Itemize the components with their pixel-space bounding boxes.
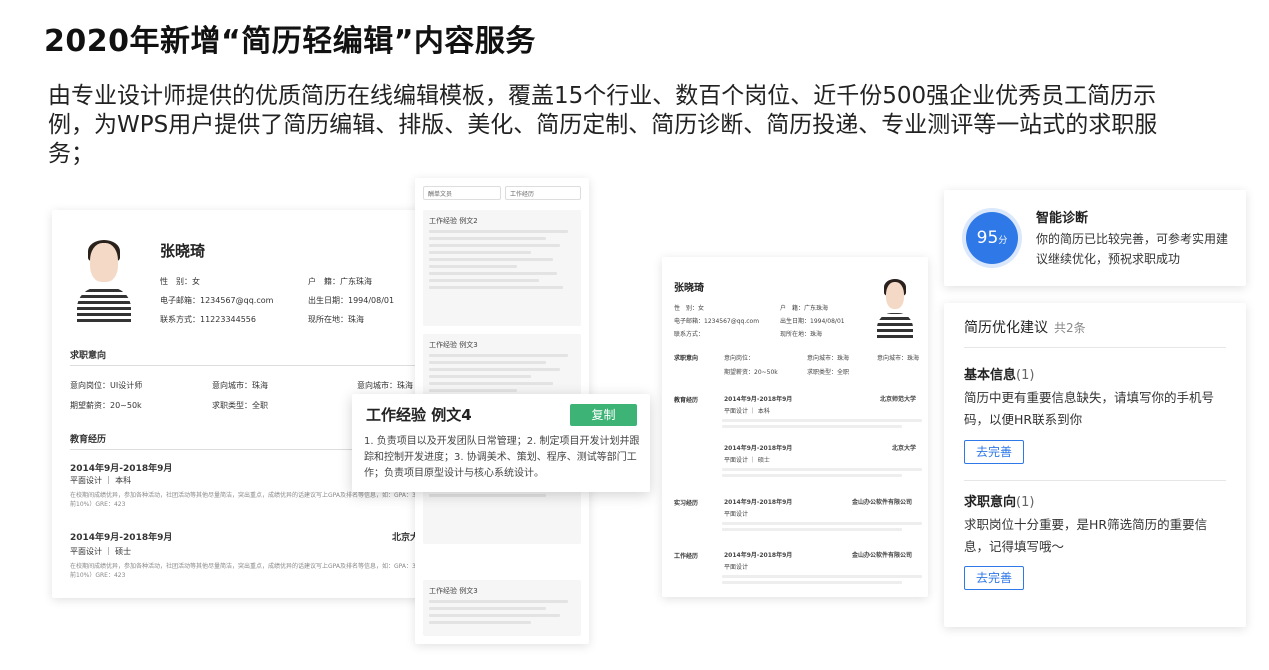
- edu-period: 2014年9月-2018年9月: [70, 464, 173, 474]
- phone-info: 联系方式：: [674, 331, 705, 338]
- intent-city-2: 意向城市：珠海: [877, 355, 920, 362]
- section-select[interactable]: 工作经历: [505, 186, 581, 200]
- location-info: 现所在地：珠海: [780, 331, 823, 338]
- example-block[interactable]: 工作经验 例文3: [423, 580, 581, 636]
- edu-section-title: 教育经历: [70, 435, 107, 445]
- score-unit: 分: [998, 236, 1008, 246]
- intent-position: 意向岗位：UI设计师: [70, 381, 143, 390]
- popup-title: 工作经验 例文4: [366, 406, 472, 424]
- example-title: 工作经验 例文2: [429, 217, 478, 225]
- edu-label: 教育经历: [674, 397, 699, 404]
- edu-period: 2014年9月-2018年9月: [724, 445, 793, 452]
- edu-degree: 平面设计 ｜ 硕士: [724, 457, 770, 464]
- work-label: 工作经历: [674, 553, 699, 560]
- expected-salary: 期望薪资：20~50k: [70, 401, 142, 410]
- complete-basic-info-button[interactable]: 去完善: [964, 440, 1024, 464]
- slide-title: 2020年新增“简历轻编辑”内容服务: [44, 24, 536, 59]
- avatar: [70, 236, 138, 324]
- suggestion-text: 求职岗位十分重要，是HR筛选简历的重要信息，记得填写哦～: [964, 517, 1208, 554]
- intent-section-title: 求职意向: [70, 351, 107, 361]
- edu-degree: 平面设计 ｜ 本科: [724, 408, 770, 415]
- work-role: 平面设计: [724, 564, 749, 571]
- intern-company: 金山办公软件有限公司: [852, 499, 913, 506]
- gender-info: 性 别：女: [160, 277, 200, 286]
- divider: [70, 365, 450, 366]
- suggestions-title: 简历优化建议: [964, 320, 1048, 336]
- expected-salary: 期望薪资：20~50k: [724, 369, 778, 376]
- birth-info: 出生日期：1994/08/01: [780, 318, 845, 325]
- diagnosis-title: 智能诊断: [1036, 211, 1089, 226]
- phone-info: 联系方式：11223344556: [160, 315, 256, 324]
- avatar: [872, 277, 918, 339]
- optimization-suggestions-card: 简历优化建议 共2条 基本信息(1) 简历中更有重要信息缺失，请填写你的手机号码，…: [944, 303, 1246, 627]
- resume-name: 张晓琦: [674, 283, 704, 294]
- email-info: 电子邮箱：1234567@qq.com: [674, 318, 760, 325]
- hukou-info: 户 籍：广东珠海: [780, 305, 829, 312]
- birth-info: 出生日期：1994/08/01: [308, 296, 395, 305]
- divider: [964, 480, 1226, 481]
- divider: [964, 347, 1226, 348]
- score-badge: 95分: [966, 212, 1018, 264]
- intent-position: 意向岗位：: [724, 355, 755, 362]
- example-title: 工作经验 例文3: [429, 341, 478, 349]
- work-period: 2014年9月-2018年9月: [724, 552, 793, 559]
- intern-role: 平面设计: [724, 511, 749, 518]
- suggestion-text: 简历中更有重要信息缺失，请填写你的手机号码，以便HR联系到你: [964, 390, 1215, 427]
- resume-name: 张晓琦: [160, 242, 206, 260]
- location-info: 现所在地：珠海: [308, 315, 364, 324]
- popup-text: 1. 负责项目以及开发团队日常管理；2. 制定项目开发计划并跟踪和控制开发进度；…: [364, 436, 640, 479]
- slide-description: 由专业设计师提供的优质简历在线编辑模板，覆盖15个行业、数百个岗位、近千份500…: [48, 83, 1158, 167]
- diagnosis-text: 你的简历已比较完善，可参考实用建议继续优化，预祝求职成功: [1036, 232, 1229, 266]
- edu-degree: 平面设计 ｜ 本科: [70, 476, 132, 485]
- intent-label: 求职意向: [674, 355, 699, 362]
- hukou-info: 户 籍：广东珠海: [308, 277, 372, 286]
- job-type: 求职类型：全职: [807, 369, 850, 376]
- example-popup[interactable]: 工作经验 例文4 复制 1. 负责项目以及开发团队日常管理；2. 制定项目开发计…: [352, 394, 650, 492]
- intent-city-2: 意向城市：珠海: [357, 381, 413, 390]
- suggestion-title-job-intent: 求职意向(1): [964, 495, 1035, 510]
- intern-label: 实习经历: [674, 500, 699, 507]
- suggestions-heading: 简历优化建议 共2条: [964, 317, 1086, 337]
- edu-school: 北京大学: [892, 445, 917, 452]
- edu-degree: 平面设计 ｜ 硕士: [70, 547, 132, 556]
- work-company: 金山办公软件有限公司: [852, 552, 913, 559]
- category-select[interactable]: 酬单文员: [423, 186, 501, 200]
- edu-period: 2014年9月-2018年9月: [70, 533, 173, 543]
- job-type: 求职类型：全职: [212, 401, 268, 410]
- intent-city: 意向城市：珠海: [212, 381, 268, 390]
- edu-school: 北京师范大学: [880, 396, 917, 403]
- example-title: 工作经验 例文3: [429, 587, 478, 595]
- edu-period: 2014年9月-2018年9月: [724, 396, 793, 403]
- resume-preview-card-2[interactable]: 张晓琦 性 别：女 户 籍：广东珠海 电子邮箱：1234567@qq.com 出…: [662, 257, 928, 597]
- score-value: 95: [976, 228, 999, 248]
- copy-button[interactable]: 复制: [570, 404, 637, 426]
- gender-info: 性 别：女: [674, 305, 705, 312]
- edu-desc: 在校期间成绩优异，参加各种活动，社团活动等其他尽量简洁，突出重点，成绩优异的话建…: [70, 563, 450, 579]
- example-block[interactable]: 工作经验 例文2: [423, 210, 581, 326]
- edu-desc: 在校期间成绩优异，参加各种活动，社团活动等其他尽量简洁，突出重点，成绩优异的话建…: [70, 492, 450, 508]
- intent-city: 意向城市：珠海: [807, 355, 850, 362]
- complete-job-intent-button[interactable]: 去完善: [964, 566, 1024, 590]
- suggestions-count: 共2条: [1054, 321, 1086, 335]
- suggestion-title-basic-info: 基本信息(1): [964, 368, 1035, 383]
- email-info: 电子邮箱：1234567@qq.com: [160, 296, 274, 305]
- intern-period: 2014年9月-2018年9月: [724, 499, 793, 506]
- smart-diagnosis-card: 95分 智能诊断 你的简历已比较完善，可参考实用建议继续优化，预祝求职成功: [944, 190, 1246, 286]
